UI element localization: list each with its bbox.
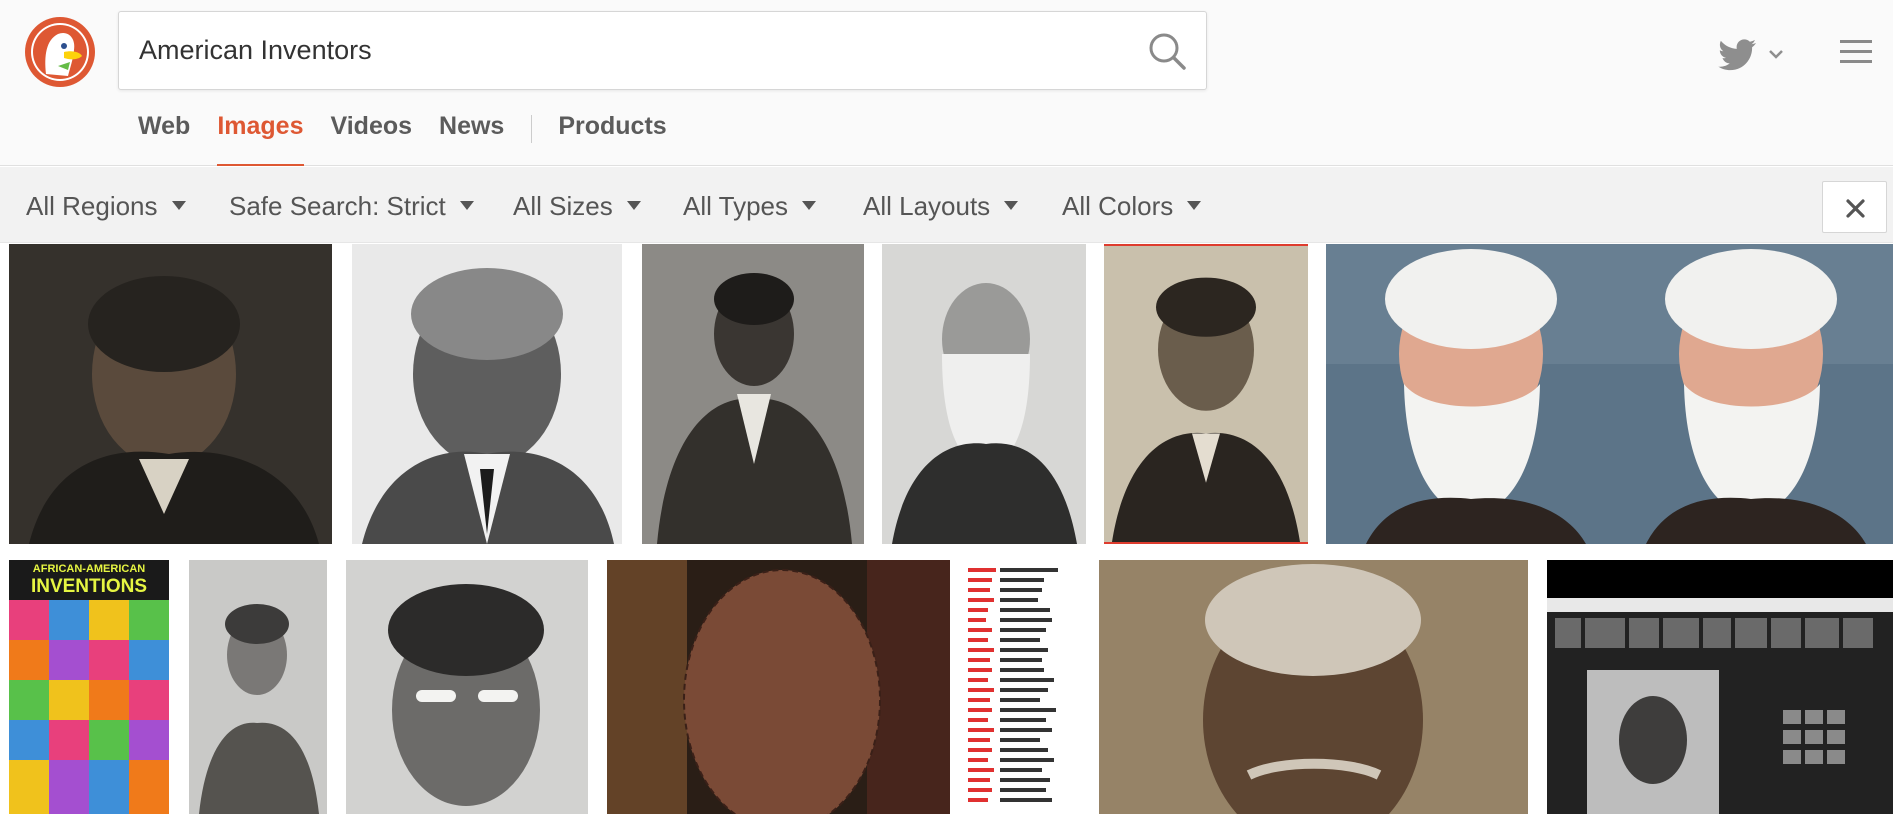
header: Web Images Videos News Products [0,0,1893,166]
filter-sizes-label: All Sizes [513,191,613,221]
twitter-icon [1718,39,1756,71]
tab-divider [531,115,533,143]
filter-colors[interactable]: All Colors [1062,191,1202,222]
tab-images[interactable]: Images [217,112,304,166]
search-input[interactable] [139,12,1139,89]
caret-down-icon [1004,200,1019,210]
search-box [118,11,1207,90]
image-result-portrait[interactable] [189,560,327,814]
filter-types[interactable]: All Types [683,191,817,222]
tab-products[interactable]: Products [558,112,666,166]
image-result-portrait[interactable] [9,244,332,544]
poster-title-line2: INVENTIONS [31,576,147,597]
search-tabs: Web Images Videos News Products [138,112,694,166]
poster-title-line1: AFRICAN-AMERICAN [33,563,145,575]
hamburger-menu-icon[interactable] [1840,38,1872,66]
duckduckgo-logo[interactable] [24,16,96,88]
image-result-portrait[interactable] [1099,560,1528,814]
tab-web[interactable]: Web [138,112,190,166]
close-icon [1846,199,1865,218]
filter-layouts[interactable]: All Layouts [863,191,1019,222]
filter-colors-label: All Colors [1062,191,1174,221]
filter-safe-search[interactable]: Safe Search: Strict [229,191,474,222]
tab-videos[interactable]: Videos [331,112,413,166]
filter-safe-search-label: Safe Search: Strict [229,191,446,221]
filter-regions-label: All Regions [26,191,158,221]
caret-down-icon [802,200,817,210]
filter-regions[interactable]: All Regions [26,191,186,222]
filter-types-label: All Types [683,191,789,221]
image-result-portrait[interactable] [882,244,1086,544]
chevron-down-icon [1769,50,1783,59]
image-result-mask[interactable] [607,560,950,814]
image-result-screenshot[interactable] [1547,560,1893,814]
image-result-portrait[interactable] [1104,244,1308,544]
tab-news[interactable]: News [439,112,504,166]
search-icon[interactable] [1146,30,1188,72]
image-result-poster[interactable]: AFRICAN-AMERICAN INVENTIONS [9,560,169,814]
image-result-portrait[interactable] [346,560,588,814]
image-result-portrait[interactable] [1326,244,1893,544]
caret-down-icon [459,200,474,210]
filter-bar: All Regions Safe Search: Strict All Size… [0,167,1893,243]
filter-sizes[interactable]: All Sizes [513,191,641,222]
image-result-list[interactable] [966,560,1080,814]
caret-down-icon [171,200,186,210]
image-result-portrait[interactable] [642,244,864,544]
image-result-portrait[interactable] [352,244,622,544]
twitter-share-menu[interactable] [1716,34,1788,74]
caret-down-icon [1187,200,1202,210]
caret-down-icon [626,200,641,210]
filter-layouts-label: All Layouts [863,191,991,221]
close-filters-button[interactable] [1822,181,1887,233]
